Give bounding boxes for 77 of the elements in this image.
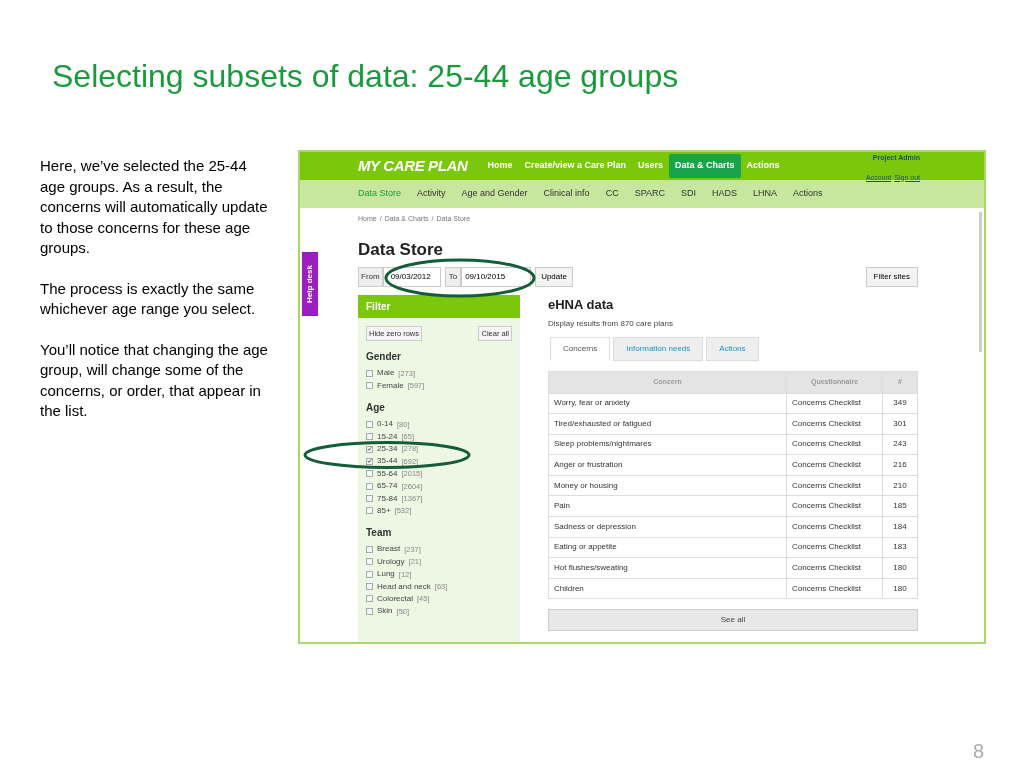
table-cell: 349 (882, 393, 918, 414)
sub-nav-link[interactable]: HADS (712, 187, 737, 201)
body-paragraph: The process is exactly the same whichever age range you select. (40, 278, 257, 319)
table-cell: Eating or appetite (548, 537, 787, 558)
filter-sites-button[interactable]: Filter sites (865, 267, 918, 287)
filter-option-label: 55-64 (377, 467, 398, 480)
table-cell: Anger or frustration (548, 454, 787, 476)
filter-group-title: Age (366, 401, 386, 416)
sub-nav-link[interactable]: SDI (681, 187, 696, 201)
to-date-field[interactable]: 09/10/2015 (461, 267, 532, 287)
filter-option-label: Skin (377, 605, 393, 618)
table-cell: 216 (882, 454, 918, 476)
table-cell: Tired/exhausted or fatigued (548, 413, 787, 435)
filter-option-label: 25-34 (377, 443, 398, 455)
filter-header: Filter (358, 295, 520, 318)
table-cell: 210 (882, 475, 918, 496)
filter-group-title: Gender (366, 350, 402, 365)
filter-option-label: 35-44 (377, 455, 398, 468)
table-cell: Sadness or depression (548, 516, 787, 538)
table-cell: Hot flushes/sweating (548, 557, 787, 579)
table-cell: Concerns Checklist (786, 434, 883, 455)
table-cell: Concerns Checklist (786, 578, 883, 599)
table-cell: Concerns Checklist (786, 454, 883, 476)
to-label: To (444, 267, 462, 287)
table-cell: 183 (882, 537, 918, 558)
filter-option-label: Urology (377, 555, 405, 568)
sub-nav-link[interactable]: LHNA (753, 187, 778, 201)
see-all-button[interactable]: See all (548, 609, 918, 632)
slide-title: Selecting subsets of data: 25-44 age groups (52, 57, 679, 96)
filter-option-label: Lung (377, 568, 395, 581)
table-cell: Concerns Checklist (786, 393, 883, 414)
body-paragraph: You’ll notice that changing the age group, will change some of the concerns, or order, that appear in the list. (40, 339, 268, 421)
page-heading: Data Store (357, 238, 445, 261)
page-number: 8 (972, 739, 984, 764)
section-heading: eHNA data (548, 296, 615, 314)
filter-option-label: 65-74 (377, 480, 398, 493)
sub-nav-link[interactable]: Age and Gender (461, 187, 528, 201)
sub-nav-link[interactable]: CC (605, 187, 619, 201)
table-cell: Concerns Checklist (786, 516, 883, 538)
table-cell: Sleep problems/nightmares (548, 434, 787, 455)
filter-option-label: Breast (377, 543, 401, 556)
tab[interactable]: Concerns (550, 336, 611, 361)
filter-option-label: 0-14 (377, 418, 393, 431)
table-cell: 184 (882, 516, 918, 538)
table-cell: Concerns Checklist (786, 413, 883, 435)
sub-nav-link[interactable]: Activity (417, 187, 446, 201)
sub-nav-link[interactable]: SPARC (634, 187, 665, 201)
table-cell: 301 (882, 413, 918, 435)
filter-option-label: Male (377, 367, 395, 380)
app-logo: MY CARE PLAN (358, 155, 468, 176)
table-cell: Worry, fear or anxiety (548, 393, 787, 414)
table-cell: 180 (882, 557, 918, 579)
table-cell: Concerns Checklist (786, 537, 883, 558)
help-desk-tab[interactable]: Help desk (302, 252, 318, 316)
table-cell: Concerns Checklist (786, 495, 883, 517)
table-cell: Concerns Checklist (786, 557, 883, 579)
table-cell: 180 (882, 578, 918, 599)
filter-option-label: 85+ (377, 504, 391, 517)
filter-option-label: 15-24 (377, 430, 398, 443)
section-subtitle: Display results from 870 care plans (548, 317, 674, 330)
table-cell: Concerns Checklist (786, 475, 883, 496)
from-label: From (358, 267, 383, 287)
body-paragraph: Here, we’ve selected the 25-44 age groups. As a result, the concerns will automatically update to those concerns for these age groups. (40, 156, 268, 258)
table-cell: Pain (548, 495, 787, 517)
sub-nav-link[interactable]: Actions (793, 187, 823, 201)
filter-group-title: Team (366, 526, 393, 541)
table-cell: Money or housing (548, 475, 787, 496)
filter-option-label: Head and neck (377, 580, 431, 593)
table-cell: Children (548, 578, 787, 599)
filter-option-label: Colorectal (377, 592, 413, 605)
sub-nav-link[interactable]: Clinical info (543, 187, 590, 201)
filter-option-label: Female (377, 379, 404, 392)
table-cell: 243 (882, 434, 918, 455)
update-button[interactable]: Update (535, 267, 573, 287)
from-date-field[interactable]: 09/03/2012 (382, 267, 441, 287)
filter-option-label: 75-84 (377, 492, 398, 505)
table-cell: 185 (882, 495, 918, 517)
